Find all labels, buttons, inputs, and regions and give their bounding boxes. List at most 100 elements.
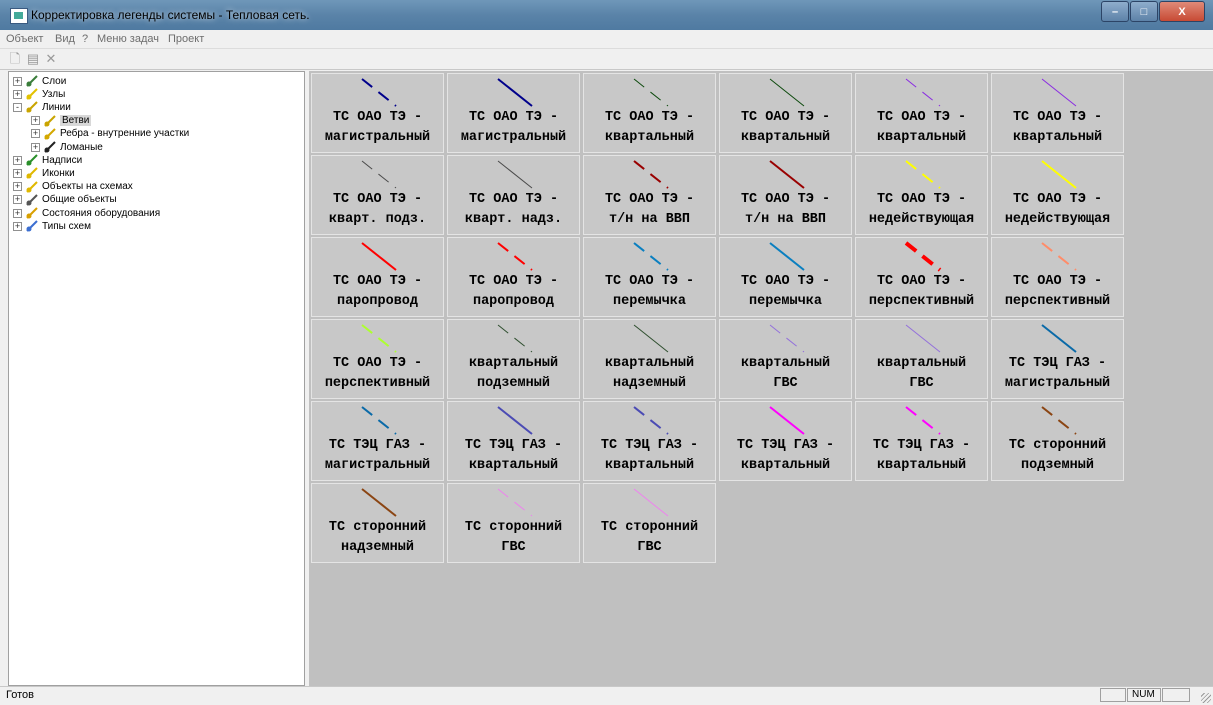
legend-item[interactable]: ТС ТЭЦ ГАЗ - квартальный bbox=[719, 401, 852, 481]
tree-item-label: Типы схем bbox=[42, 220, 91, 232]
expand-icon[interactable]: + bbox=[31, 116, 40, 126]
legend-item[interactable]: ТС сторонний ГВС bbox=[583, 483, 716, 563]
legend-line-sample bbox=[769, 406, 805, 435]
legend-item[interactable]: ТС ОАО ТЭ - перемычка bbox=[583, 237, 716, 317]
legend-line-swatch bbox=[497, 160, 533, 189]
legend-item[interactable]: ТС ТЭЦ ГАЗ - квартальный bbox=[447, 401, 580, 481]
legend-line-swatch bbox=[633, 78, 669, 107]
legend-item[interactable]: ТС ОАО ТЭ - паропровод bbox=[447, 237, 580, 317]
legend-item[interactable]: ТС сторонний надземный bbox=[311, 483, 444, 563]
tree-item[interactable]: + Ребра - внутренние участки bbox=[31, 127, 189, 141]
legend-item[interactable]: ТС ОАО ТЭ - недействующая bbox=[855, 155, 988, 235]
legend-line-sample bbox=[905, 160, 941, 189]
tree-item[interactable]: + Ломаные bbox=[31, 140, 103, 154]
legend-label-line1: квартальный bbox=[876, 356, 967, 371]
tree-item[interactable]: + Слои bbox=[13, 74, 66, 88]
new-icon[interactable]: 🗋 bbox=[8, 52, 22, 66]
expand-icon[interactable]: + bbox=[13, 76, 22, 86]
legend-line-sample bbox=[497, 242, 533, 271]
menu-project[interactable]: Проект bbox=[168, 33, 204, 45]
legend-item[interactable]: ТС ОАО ТЭ - перспективный bbox=[311, 319, 444, 399]
legend-item[interactable]: ТС ОАО ТЭ - перспективный bbox=[855, 237, 988, 317]
expand-icon[interactable]: + bbox=[13, 89, 22, 99]
tree-item[interactable]: + Иконки bbox=[13, 166, 75, 180]
legend-line-sample bbox=[497, 324, 533, 353]
minimize-button[interactable]: – bbox=[1101, 1, 1129, 22]
tree-item[interactable]: + Общие объекты bbox=[13, 193, 117, 207]
legend-item[interactable]: квартальный надземный bbox=[583, 319, 716, 399]
tree-item[interactable]: + Типы схем bbox=[13, 219, 91, 233]
tree-item[interactable]: + Ветви bbox=[31, 114, 92, 128]
resize-grip[interactable] bbox=[1201, 693, 1211, 703]
menu-help[interactable]: ? bbox=[82, 33, 88, 45]
legend-label-line2: надземный bbox=[341, 540, 414, 555]
expand-icon[interactable]: + bbox=[13, 221, 22, 231]
object-tree[interactable]: + Слои + Узлы - Линии + Ветви + Ребра - внутренни… bbox=[8, 71, 305, 686]
legend-label-line1: ТС ОАО ТЭ - bbox=[468, 192, 559, 207]
legend-item[interactable]: ТС ОАО ТЭ - паропровод bbox=[311, 237, 444, 317]
legend-label-line2: ГВС bbox=[909, 376, 934, 391]
close-button[interactable]: X bbox=[1159, 1, 1205, 22]
legend-label-line1: ТС ОАО ТЭ - bbox=[1012, 110, 1103, 125]
expand-icon[interactable]: + bbox=[31, 142, 40, 152]
expand-icon[interactable]: + bbox=[13, 182, 22, 192]
expand-icon[interactable]: + bbox=[13, 168, 22, 178]
legend-item[interactable]: ТС сторонний подземный bbox=[991, 401, 1124, 481]
legend-item[interactable]: ТС ОАО ТЭ - кварт. надз. bbox=[447, 155, 580, 235]
legend-item[interactable]: квартальный ГВС bbox=[855, 319, 988, 399]
legend-label-line1: ТС ТЭЦ ГАЗ - bbox=[1008, 356, 1107, 371]
legend-item[interactable]: квартальный подземный bbox=[447, 319, 580, 399]
legend-item[interactable]: ТС ОАО ТЭ - квартальный bbox=[719, 73, 852, 153]
legend-item[interactable]: ТС ОАО ТЭ - перспективный bbox=[991, 237, 1124, 317]
legend-item[interactable]: ТС ОАО ТЭ - недействующая bbox=[991, 155, 1124, 235]
window-controls: – □ X bbox=[1100, 1, 1205, 22]
legend-label-line2: кварт. надз. bbox=[464, 212, 563, 227]
properties-icon[interactable]: ▤ bbox=[26, 52, 40, 66]
tree-item[interactable]: + Надписи bbox=[13, 153, 82, 167]
tree-item-label: Состояния оборудования bbox=[42, 207, 161, 219]
legend-item[interactable]: ТС ТЭЦ ГАЗ - квартальный bbox=[583, 401, 716, 481]
menu-view[interactable]: Вид bbox=[55, 33, 75, 45]
legend-label-line1: ТС ОАО ТЭ - bbox=[740, 192, 831, 207]
legend-item[interactable]: ТС ОАО ТЭ - квартальный bbox=[991, 73, 1124, 153]
tree-item[interactable]: - Линии bbox=[13, 100, 71, 114]
menu-object[interactable]: Объект bbox=[6, 33, 43, 45]
expand-icon[interactable]: + bbox=[13, 195, 22, 205]
collapse-icon[interactable]: - bbox=[13, 102, 22, 112]
legend-label-line2: перспективный bbox=[1004, 294, 1111, 309]
expand-icon[interactable]: + bbox=[13, 208, 22, 218]
tree-item[interactable]: + Состояния оборудования bbox=[13, 206, 160, 220]
legend-line-sample bbox=[497, 78, 533, 107]
legend-item[interactable]: ТС ОАО ТЭ - магистральный bbox=[447, 73, 580, 153]
maximize-button[interactable]: □ bbox=[1130, 1, 1158, 22]
legend-item[interactable]: ТС сторонний ГВС bbox=[447, 483, 580, 563]
legend-item[interactable]: ТС ТЭЦ ГАЗ - квартальный bbox=[855, 401, 988, 481]
legend-grid: ТС ОАО ТЭ - магистральный ТС ОАО ТЭ - магис… bbox=[309, 71, 1213, 686]
legend-item[interactable]: ТС ОАО ТЭ - квартальный bbox=[583, 73, 716, 153]
expand-icon[interactable]: + bbox=[13, 155, 22, 165]
tree-item[interactable]: + Узлы bbox=[13, 87, 65, 101]
legend-item[interactable]: ТС ОАО ТЭ - т/н на ВВП bbox=[583, 155, 716, 235]
delete-icon[interactable]: ✕ bbox=[44, 52, 58, 66]
legend-item[interactable]: ТС ОАО ТЭ - магистральный bbox=[311, 73, 444, 153]
expand-icon[interactable]: + bbox=[31, 129, 40, 139]
legend-line-swatch bbox=[1041, 324, 1077, 353]
legend-item[interactable]: ТС ОАО ТЭ - перемычка bbox=[719, 237, 852, 317]
legend-label-line2: ГВС bbox=[637, 540, 662, 555]
legend-line-sample bbox=[1041, 406, 1077, 435]
legend-label-line2: магистральный bbox=[460, 130, 567, 145]
legend-item[interactable]: ТС ТЭЦ ГАЗ - магистральный bbox=[991, 319, 1124, 399]
legend-label-line2: ГВС bbox=[773, 376, 798, 391]
tree-item[interactable]: + Объекты на схемах bbox=[13, 180, 133, 194]
legend-line-sample bbox=[1041, 78, 1077, 107]
legend-label-line1: ТС ОАО ТЭ - bbox=[876, 192, 967, 207]
legend-item[interactable]: ТС ОАО ТЭ - кварт. подз. bbox=[311, 155, 444, 235]
legend-item[interactable]: ТС ОАО ТЭ - квартальный bbox=[855, 73, 988, 153]
legend-label-line1: ТС ОАО ТЭ - bbox=[740, 110, 831, 125]
legend-item[interactable]: ТС ТЭЦ ГАЗ - магистральный bbox=[311, 401, 444, 481]
legend-label-line2: магистральный bbox=[324, 130, 431, 145]
legend-line-swatch bbox=[633, 160, 669, 189]
legend-item[interactable]: ТС ОАО ТЭ - т/н на ВВП bbox=[719, 155, 852, 235]
menu-tasks[interactable]: Меню задач bbox=[97, 33, 159, 45]
legend-item[interactable]: квартальный ГВС bbox=[719, 319, 852, 399]
